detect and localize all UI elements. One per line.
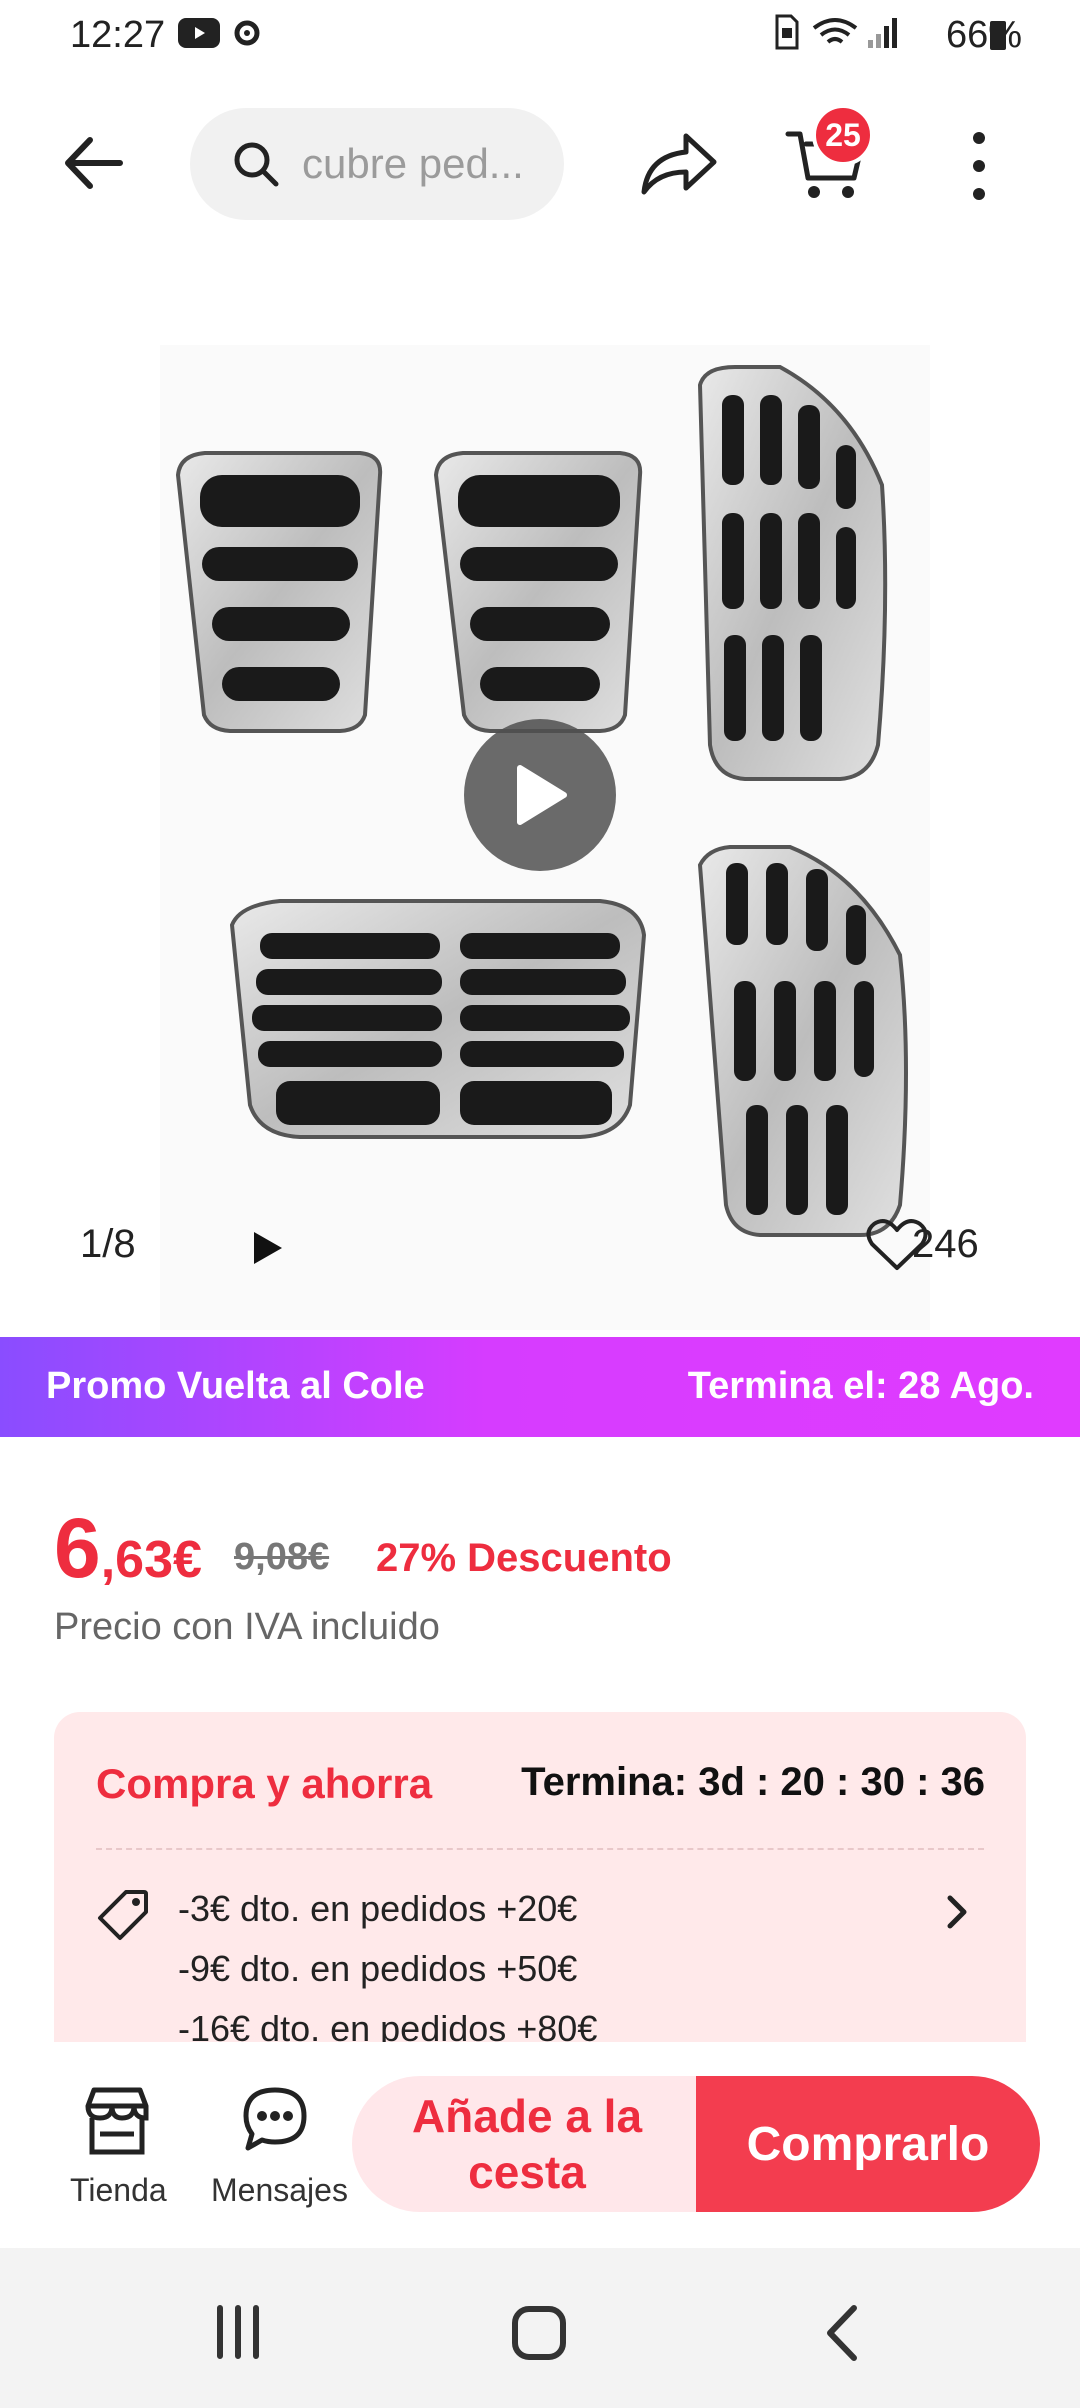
home-icon[interactable] [510,2304,568,2362]
messages-icon[interactable] [240,2084,310,2154]
search-box[interactable]: cubre ped... [190,108,564,220]
promo-end-date: Termina el: 28 Ago. [687,1365,1034,1407]
likes-count: 246 [912,1222,979,1266]
search-input[interactable]: cubre ped... [302,140,524,188]
sim-icon [775,14,799,50]
promo-title: Promo Vuelta al Cole [46,1365,425,1407]
small-play-icon[interactable] [250,1228,286,1268]
price: 6,63€ [54,1500,202,1597]
back-arrow-icon[interactable] [56,126,130,200]
youtube-icon [178,18,220,48]
buy-now-button[interactable]: Comprarlo [696,2076,1040,2212]
tax-note: Precio con IVA incluido [54,1606,440,1648]
wifi-icon [812,18,858,44]
chevron-right-icon[interactable] [942,1892,972,1932]
share-icon[interactable] [636,128,720,200]
status-bar: 12:27 66% [0,0,1080,72]
offer-line-2: -9€ dto. en pedidos +50€ [178,1948,578,1989]
play-icon [517,765,567,825]
status-time: 12:27 [70,14,166,56]
system-back-icon[interactable] [820,2302,864,2364]
store-icon[interactable] [80,2084,154,2158]
cart-count-badge: 25 [812,104,874,166]
price-integer: 6 [54,1501,101,1595]
price-decimal: ,63€ [100,1531,202,1589]
image-counter: 1/8 [80,1222,136,1266]
dashed-divider [96,1848,984,1850]
original-price: 9,08€ [234,1536,330,1578]
add-to-cart-button[interactable]: Añade a la cesta [352,2076,702,2212]
messages-label[interactable]: Mensajes [211,2172,348,2209]
recent-apps-icon[interactable] [210,2304,266,2360]
offer-line-1: -3€ dto. en pedidos +20€ [178,1888,578,1929]
battery-level: 66% [945,14,1022,56]
more-options-icon[interactable] [964,128,994,204]
signal-icon [868,18,897,48]
search-icon [234,142,279,187]
countdown-label: Termina: [521,1760,688,1804]
discount-label: 27% Descuento [376,1536,672,1580]
battery-icon [990,21,1006,50]
tag-icon [98,1890,148,1940]
video-play-button[interactable] [464,719,616,871]
settings-gear-icon [234,20,260,46]
save-countdown: Termina: 3d : 20 : 30 : 36 [521,1760,985,1805]
countdown-value: 3d : 20 : 30 : 36 [698,1760,985,1804]
save-title: Compra y ahorra [96,1760,433,1807]
store-label[interactable]: Tienda [70,2172,167,2209]
